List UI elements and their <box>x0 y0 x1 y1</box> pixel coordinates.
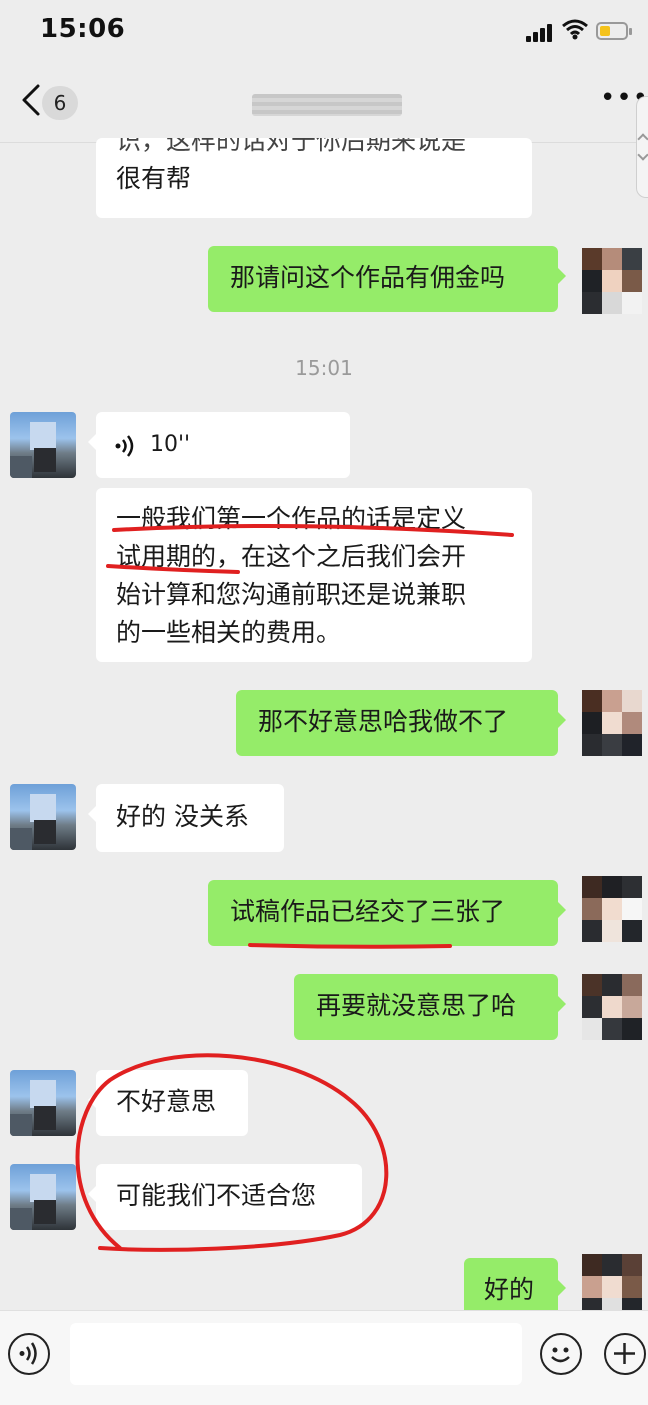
message-text-line: 一般我们第一个作品的话是定义 <box>116 504 467 533</box>
message-bubble-out[interactable]: 再要就没意思了哈 <box>294 974 566 1040</box>
chat-input-bar <box>0 1310 648 1405</box>
avatar-contact[interactable] <box>10 1164 76 1230</box>
status-time: 15:06 <box>40 14 126 44</box>
message-bubble-in[interactable]: 一般我们第一个作品的话是定义 试用期的，在这个之后我们会开 始计算和您沟通前职还… <box>96 488 532 662</box>
cellular-signal-icon <box>526 22 554 42</box>
avatar-self[interactable] <box>582 876 642 942</box>
message-bubble-out[interactable]: 试稿作品已经交了三张了 <box>208 880 566 946</box>
message-bubble-out[interactable]: 那不好意思哈我做不了 <box>236 690 566 756</box>
emoji-icon[interactable] <box>540 1333 582 1375</box>
message-input[interactable] <box>70 1323 522 1385</box>
message-timestamp: 15:01 <box>295 356 353 380</box>
message-text-line: 的一些相关的费用。 <box>116 618 342 647</box>
voice-icon[interactable] <box>8 1333 50 1375</box>
chat-header: 6 ••• <box>0 64 648 143</box>
message-bubble-out[interactable]: 那请问这个作品有佣金吗 <box>208 246 566 312</box>
plus-icon[interactable] <box>604 1333 646 1375</box>
message-bubble-in[interactable]: 可能我们不适合您 <box>88 1164 362 1230</box>
message-text: 很有帮 <box>116 164 192 193</box>
status-bar: 15:06 <box>0 0 648 64</box>
message-bubble-in[interactable]: 好的 没关系 <box>88 784 284 852</box>
message-bubble-in[interactable]: 不好意思 <box>88 1070 248 1136</box>
battery-icon <box>596 22 632 40</box>
message-text-line: 试用期的，在这个之后我们会开 <box>116 542 467 571</box>
message-text-line: 始计算和您沟通前职还是说兼职 <box>116 580 467 609</box>
wifi-icon <box>562 18 588 42</box>
side-handle[interactable] <box>636 96 648 198</box>
message-text: 那请问这个作品有佣金吗 <box>230 263 506 292</box>
message-text: 不好意思 <box>116 1087 217 1116</box>
message-text: 试稿作品已经交了三张了 <box>230 897 506 926</box>
message-text: 好的 没关系 <box>116 802 249 831</box>
message-text: 识，这样的话对于你后期来说是 <box>116 138 467 155</box>
message-text: 那不好意思哈我做不了 <box>258 707 509 736</box>
message-text: 可能我们不适合您 <box>116 1181 317 1210</box>
avatar-self[interactable] <box>582 690 642 756</box>
avatar-contact[interactable] <box>10 412 76 478</box>
unread-count-badge[interactable]: 6 <box>42 86 78 120</box>
message-text: 再要就没意思了哈 <box>316 991 517 1020</box>
voice-icon <box>114 432 136 458</box>
chat-title-redacted <box>252 94 402 116</box>
avatar-self[interactable] <box>582 248 642 314</box>
voice-message-bubble[interactable]: 10'' <box>88 412 350 478</box>
avatar-contact[interactable] <box>10 1070 76 1136</box>
avatar-contact[interactable] <box>10 784 76 850</box>
message-text: 好的 <box>484 1275 535 1304</box>
avatar-self[interactable] <box>582 974 642 1040</box>
message-bubble-in[interactable]: 识，这样的话对于你后期来说是 很有帮 <box>96 138 532 218</box>
voice-duration: 10'' <box>150 432 191 457</box>
